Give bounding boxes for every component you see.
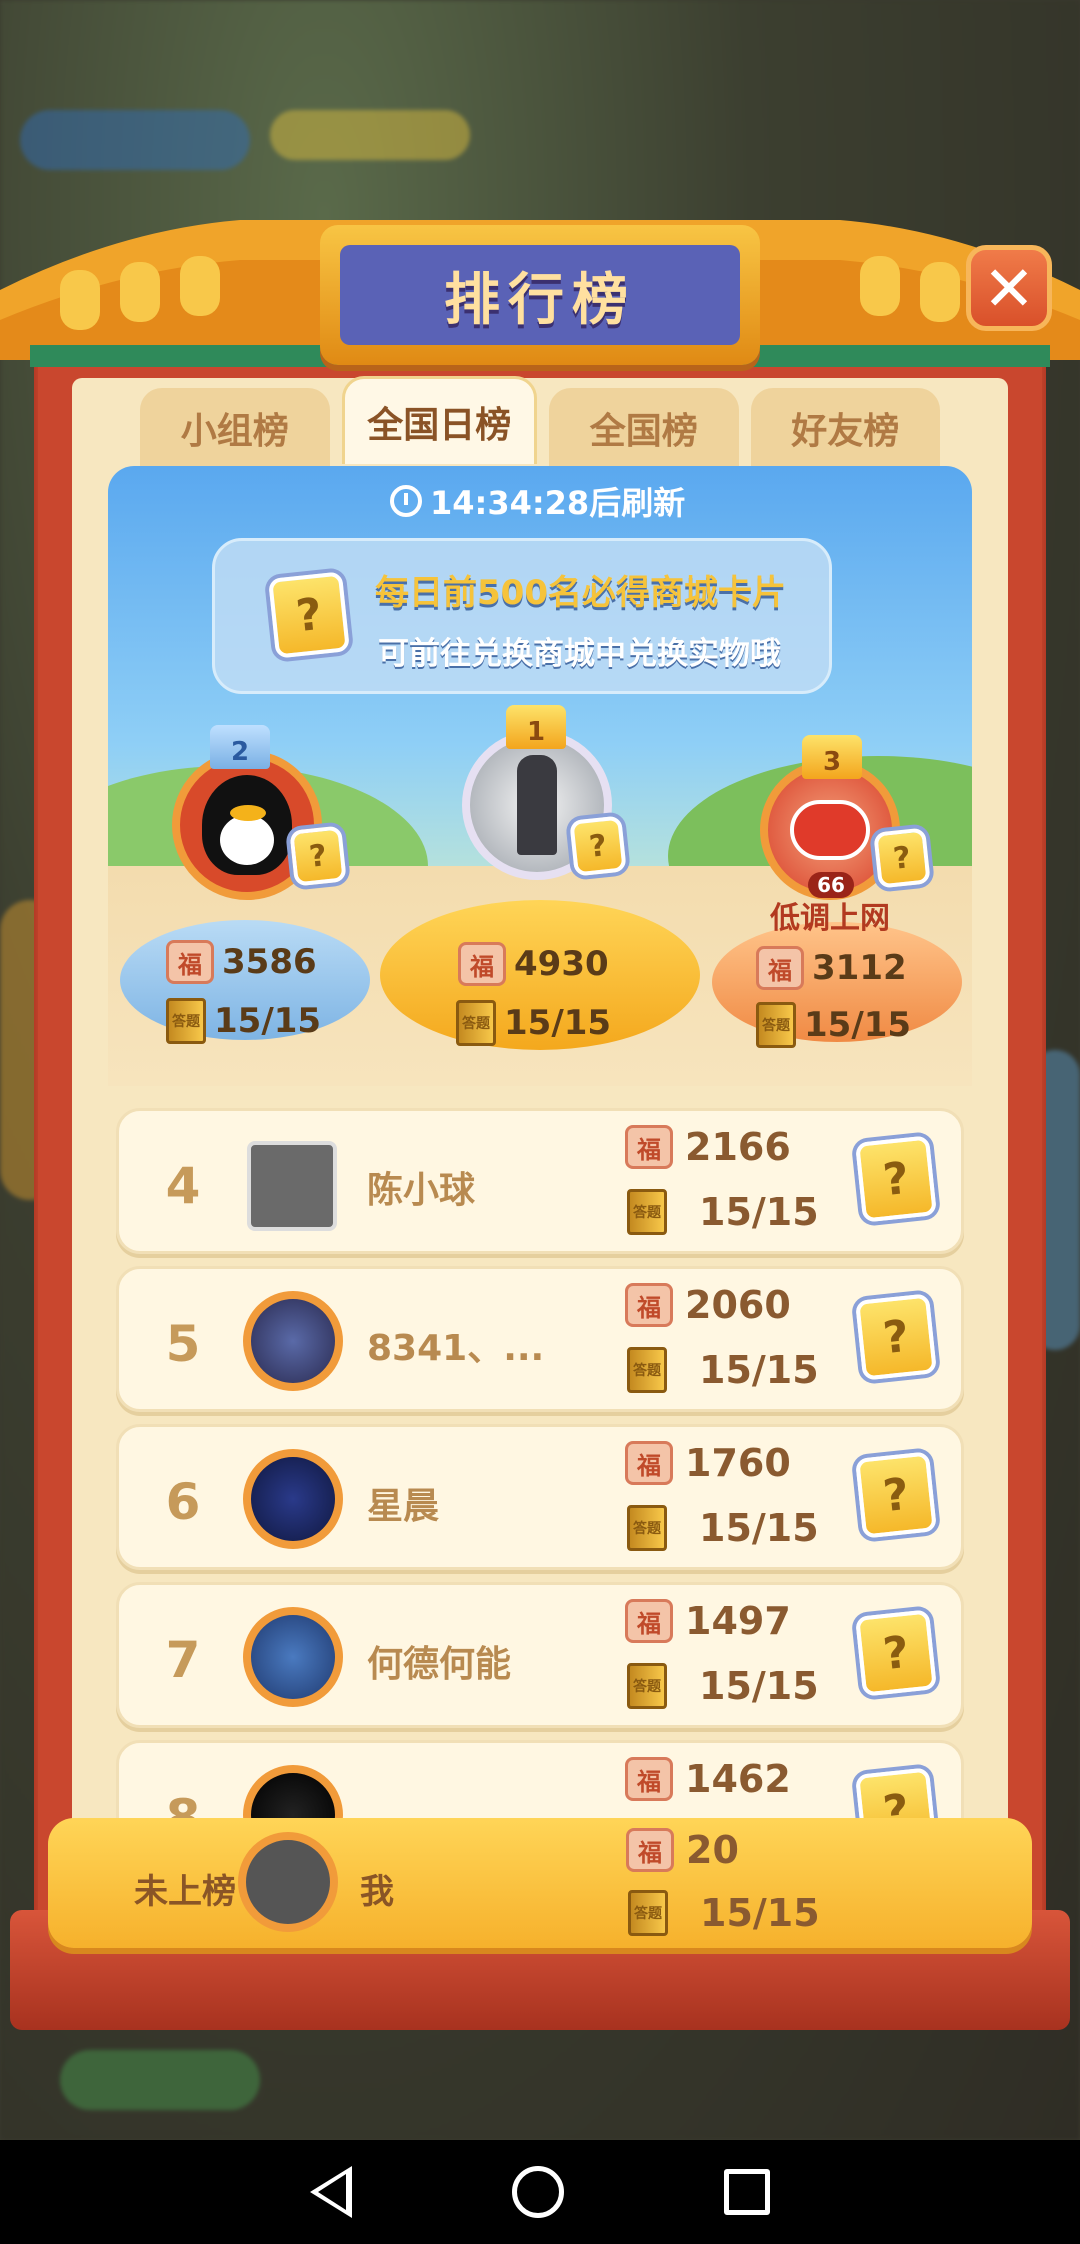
score: 福 2060 — [625, 1283, 791, 1327]
fu-icon: 福 — [166, 940, 214, 984]
podium-3-name: 低调上网 — [770, 901, 890, 936]
podium-1-score: 福 4930 — [458, 942, 609, 986]
progress: 答题 15/15 — [627, 1663, 819, 1709]
avatar[interactable] — [243, 1607, 343, 1707]
progress: 答题 15/15 — [627, 1505, 819, 1551]
fu-icon: 福 — [625, 1441, 673, 1485]
tab-bar: 小组榜 全国日榜 全国榜 好友榜 — [140, 376, 940, 468]
my-avatar[interactable] — [238, 1832, 338, 1932]
fu-icon: 福 — [625, 1757, 673, 1801]
podium-2-progress: 答题 15/15 — [166, 998, 321, 1044]
score: 福 1760 — [625, 1441, 791, 1485]
home-icon[interactable] — [512, 2166, 564, 2218]
progress: 答题 15/15 — [627, 1347, 819, 1393]
list-item[interactable]: 5 8341、... 福 2060 答题 15/15 ? — [116, 1266, 964, 1412]
my-progress: 答题 15/15 — [628, 1890, 820, 1936]
crown-rank-2: 2 — [210, 725, 270, 769]
recent-apps-icon[interactable] — [724, 2169, 770, 2215]
rank-number: 5 — [165, 1315, 201, 1373]
list-item[interactable]: 6 星晨 福 1760 答题 15/15 ? — [116, 1424, 964, 1570]
avatar[interactable] — [243, 1449, 343, 1549]
score: 福 2166 — [625, 1125, 791, 1169]
my-name: 我 — [360, 1872, 394, 1912]
my-score: 福 20 — [626, 1828, 739, 1872]
podium-1-progress: 答题 15/15 — [456, 1000, 611, 1046]
player-name: 何德何能 — [367, 1644, 512, 1685]
player-name: 星晨 — [367, 1486, 440, 1527]
banner-line2: 可前往兑换商城中兑换实物哦 — [378, 636, 781, 672]
refresh-timer: 14:34:28后刷新 — [390, 480, 690, 522]
fu-icon: 福 — [626, 1828, 674, 1872]
book-icon: 答题 — [627, 1347, 667, 1393]
book-icon: 答题 — [628, 1890, 668, 1936]
rank-number: 4 — [165, 1157, 201, 1215]
avatar[interactable] — [247, 1141, 337, 1231]
tab-national-daily[interactable]: 全国日榜 — [341, 376, 537, 464]
book-icon: 答题 — [627, 1505, 667, 1551]
clock-icon — [390, 485, 422, 517]
fu-icon: 福 — [625, 1283, 673, 1327]
banner-line1: 每日前500名必得商城卡片 — [375, 573, 786, 613]
tab-national[interactable]: 全国榜 — [549, 388, 739, 468]
question-card-icon[interactable]: ? — [289, 825, 347, 887]
fu-icon: 福 — [625, 1125, 673, 1169]
podium-3-progress: 答题 15/15 — [756, 1002, 911, 1048]
close-button[interactable]: ✕ — [966, 245, 1052, 331]
list-item[interactable]: 4 陈小球 福 2166 答题 15/15 ? — [116, 1108, 964, 1254]
progress: 答题 15/15 — [627, 1189, 819, 1235]
player-name: 陈小球 — [367, 1170, 476, 1211]
refresh-text: 14:34:28后刷新 — [430, 484, 686, 522]
fu-icon: 福 — [756, 946, 804, 990]
question-card-icon[interactable]: ? — [569, 815, 627, 877]
score: 福 1462 — [625, 1757, 791, 1801]
book-icon: 答题 — [627, 1663, 667, 1709]
page-title: 排行榜 — [340, 245, 740, 345]
mall-card-icon: ? — [268, 571, 350, 659]
book-icon: 答题 — [756, 1002, 796, 1048]
close-icon: ✕ — [983, 251, 1035, 325]
question-card-icon[interactable]: ? — [855, 1451, 937, 1539]
my-rank-bar[interactable]: 未上榜 我 福 20 答题 15/15 — [48, 1818, 1032, 1948]
title-plaque: 排行榜 — [320, 225, 760, 365]
my-rank-label: 未上榜 — [134, 1872, 236, 1912]
question-card-icon[interactable]: ? — [855, 1293, 937, 1381]
system-nav-bar — [0, 2140, 1080, 2244]
rank-number: 7 — [165, 1631, 201, 1689]
score: 福 1497 — [625, 1599, 791, 1643]
player-name: 8341、... — [367, 1328, 545, 1369]
rank-number: 6 — [165, 1473, 201, 1531]
avatar[interactable] — [243, 1291, 343, 1391]
list-item[interactable]: 7 何德何能 福 1497 答题 15/15 ? — [116, 1582, 964, 1728]
book-icon: 答题 — [627, 1189, 667, 1235]
fu-icon: 福 — [458, 942, 506, 986]
book-icon: 答题 — [166, 998, 206, 1044]
back-icon[interactable] — [310, 2166, 352, 2218]
crown-rank-1: 1 — [506, 705, 566, 749]
question-card-icon[interactable]: ? — [873, 827, 931, 889]
book-icon: 答题 — [456, 1000, 496, 1046]
tab-group[interactable]: 小组榜 — [140, 388, 330, 468]
tab-friends[interactable]: 好友榜 — [750, 388, 940, 468]
question-card-icon[interactable]: ? — [855, 1135, 937, 1223]
fu-icon: 福 — [625, 1599, 673, 1643]
podium-3-score: 福 3112 — [756, 946, 907, 990]
podium-2-score: 福 3586 — [166, 940, 317, 984]
ranking-list: 4 陈小球 福 2166 答题 15/15 ? 5 8341、... 福 2060 答… — [116, 1108, 964, 1898]
crown-rank-3: 3 — [802, 735, 862, 779]
question-card-icon[interactable]: ? — [855, 1609, 937, 1697]
